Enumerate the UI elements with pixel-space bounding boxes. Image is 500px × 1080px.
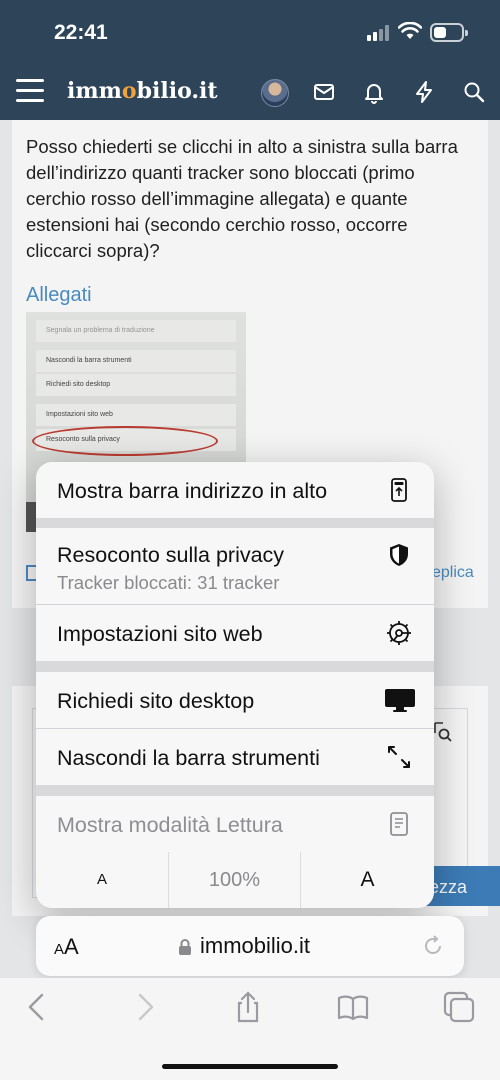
menu-item-label: Resoconto sulla privacy [57,543,285,567]
lock-icon [179,939,191,955]
cellular-signal-icon [367,25,391,41]
envelope-icon[interactable] [312,80,336,104]
search-icon[interactable] [462,80,486,104]
page-settings-button[interactable]: AA [54,934,79,960]
zoom-in-button[interactable]: A [301,852,434,908]
expand-arrows-icon [388,746,410,768]
url-text: immobilio.it [200,933,311,958]
tabs-icon[interactable] [442,990,476,1024]
shield-icon [390,544,408,566]
trackers-blocked-text: Tracker bloccati: 31 tracker [57,572,280,593]
back-icon[interactable] [20,990,54,1024]
lightning-icon[interactable] [412,80,436,104]
status-time: 22:41 [54,21,108,44]
menu-item-label: Nascondi la barra strumenti [57,746,320,770]
page-menu: Mostra barra indirizzo in alto Resoconto… [36,462,434,908]
address-bar-top-icon [391,478,407,502]
menu-item-hide-toolbar[interactable]: Nascondi la barra strumenti [36,729,434,785]
menu-item-label: Richiedi sito desktop [57,689,255,713]
wifi-icon [398,22,422,39]
menu-item-label: Mostra barra indirizzo in alto [57,479,328,503]
share-icon[interactable] [231,990,265,1024]
menu-item-website-settings[interactable]: Impostazioni sito web [36,605,434,661]
forward-icon[interactable] [128,990,162,1024]
bookmarks-icon[interactable] [336,990,370,1024]
address-bar[interactable]: AA immobilio.it [36,916,464,976]
menu-item-address-bar-top[interactable]: Mostra barra indirizzo in alto [36,462,434,518]
reader-icon [390,812,408,836]
avatar[interactable] [261,79,289,107]
menu-item-request-desktop[interactable]: Richiedi sito desktop [36,672,434,728]
menu-hamburger-icon[interactable] [16,79,44,103]
reload-icon[interactable] [422,934,444,958]
zoom-out-button[interactable]: A [36,852,168,908]
site-logo[interactable]: immobilio.it [67,78,218,104]
menu-item-privacy-report[interactable]: Resoconto sulla privacy Tracker bloccati… [36,528,434,604]
bell-icon[interactable] [362,80,386,104]
site-header: 22:41 immobilio.it [0,0,500,120]
home-indicator [162,1064,338,1069]
gear-icon [387,621,411,645]
menu-item-reader-mode[interactable]: Mostra modalità Lettura [36,796,434,852]
zoom-level[interactable]: 100% [168,852,301,908]
menu-item-label: Mostra modalità Lettura [57,813,283,837]
zoom-control: A 100% A [36,852,434,908]
battery-icon [430,23,468,42]
menu-item-label: Impostazioni sito web [57,622,263,646]
desktop-icon [385,689,415,712]
